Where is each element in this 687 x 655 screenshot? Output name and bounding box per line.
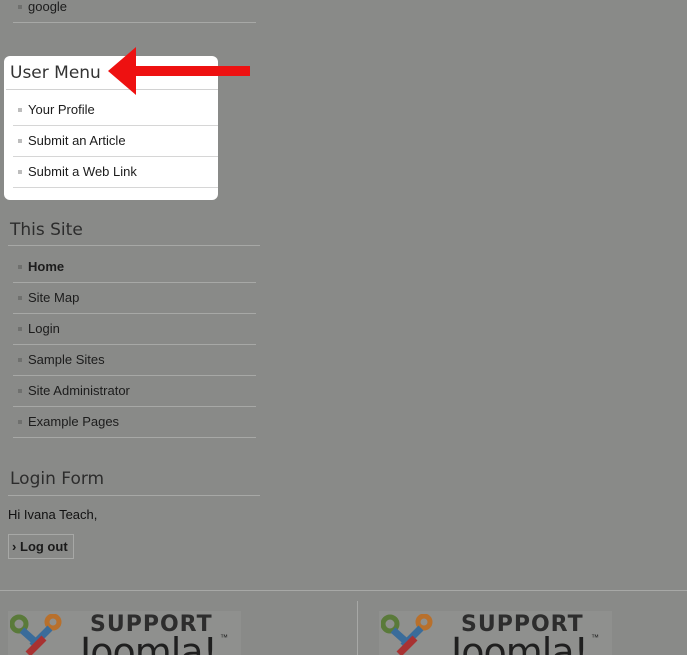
- footer-divider: [0, 590, 687, 591]
- menu-item-label: Site Administrator: [28, 383, 130, 398]
- list-item-google[interactable]: google: [13, 0, 256, 23]
- user-menu-title: User Menu: [10, 63, 101, 83]
- menu-item-label: Submit an Article: [28, 133, 126, 148]
- trademark-symbol: ™: [591, 633, 599, 642]
- menu-item-site-map[interactable]: Site Map: [13, 283, 256, 314]
- joomla-wordmark: Joomla!: [451, 630, 589, 655]
- bullet-icon: [18, 139, 22, 143]
- divider: [8, 495, 260, 496]
- bullet-icon: [18, 170, 22, 174]
- menu-item-example-pages[interactable]: Example Pages: [13, 407, 256, 438]
- this-site-title: This Site: [10, 220, 83, 240]
- menu-item-site-administrator[interactable]: Site Administrator: [13, 376, 256, 407]
- bullet-icon: [18, 265, 22, 269]
- menu-item-sample-sites[interactable]: Sample Sites: [13, 345, 256, 376]
- menu-item-submit-article[interactable]: Submit an Article: [13, 126, 218, 157]
- bullet-icon: [18, 296, 22, 300]
- bullet-icon: [18, 358, 22, 362]
- divider: [8, 245, 260, 246]
- menu-item-label: Home: [28, 259, 65, 274]
- menu-item-your-profile[interactable]: Your Profile: [13, 95, 218, 126]
- greeting-text: Hi Ivana Teach,: [8, 507, 98, 522]
- joomla-wordmark: Joomla!: [80, 630, 218, 655]
- menu-item-label: Login: [28, 321, 60, 336]
- trademark-symbol: ™: [220, 633, 228, 642]
- chevron-right-icon: ›: [12, 539, 17, 554]
- joomla-logo-icon: [381, 614, 433, 655]
- menu-item-label: Site Map: [28, 290, 80, 305]
- menu-item-label: Your Profile: [28, 102, 95, 117]
- joomla-logo-icon: [10, 614, 62, 655]
- bullet-icon: [18, 5, 22, 9]
- menu-item-label: Sample Sites: [28, 352, 105, 367]
- bullet-icon: [18, 389, 22, 393]
- arrow-left-icon: [108, 47, 250, 95]
- logout-button[interactable]: › Log out: [8, 534, 74, 559]
- bullet-icon: [18, 327, 22, 331]
- logout-label: Log out: [20, 539, 68, 554]
- menu-item-submit-web-link[interactable]: Submit a Web Link: [13, 157, 218, 188]
- menu-item-label: Example Pages: [28, 414, 120, 429]
- login-form-title: Login Form: [10, 469, 105, 489]
- menu-item-label: Submit a Web Link: [28, 164, 137, 179]
- list-item-label: google: [28, 0, 68, 14]
- bullet-icon: [18, 420, 22, 424]
- support-joomla-banner[interactable]: SUPPORT Joomla! ™: [379, 611, 612, 655]
- support-joomla-banner[interactable]: SUPPORT Joomla! ™: [8, 611, 241, 655]
- menu-item-home[interactable]: Home: [13, 252, 256, 283]
- bullet-icon: [18, 108, 22, 112]
- menu-item-login[interactable]: Login: [13, 314, 256, 345]
- footer-column-divider: [357, 601, 358, 655]
